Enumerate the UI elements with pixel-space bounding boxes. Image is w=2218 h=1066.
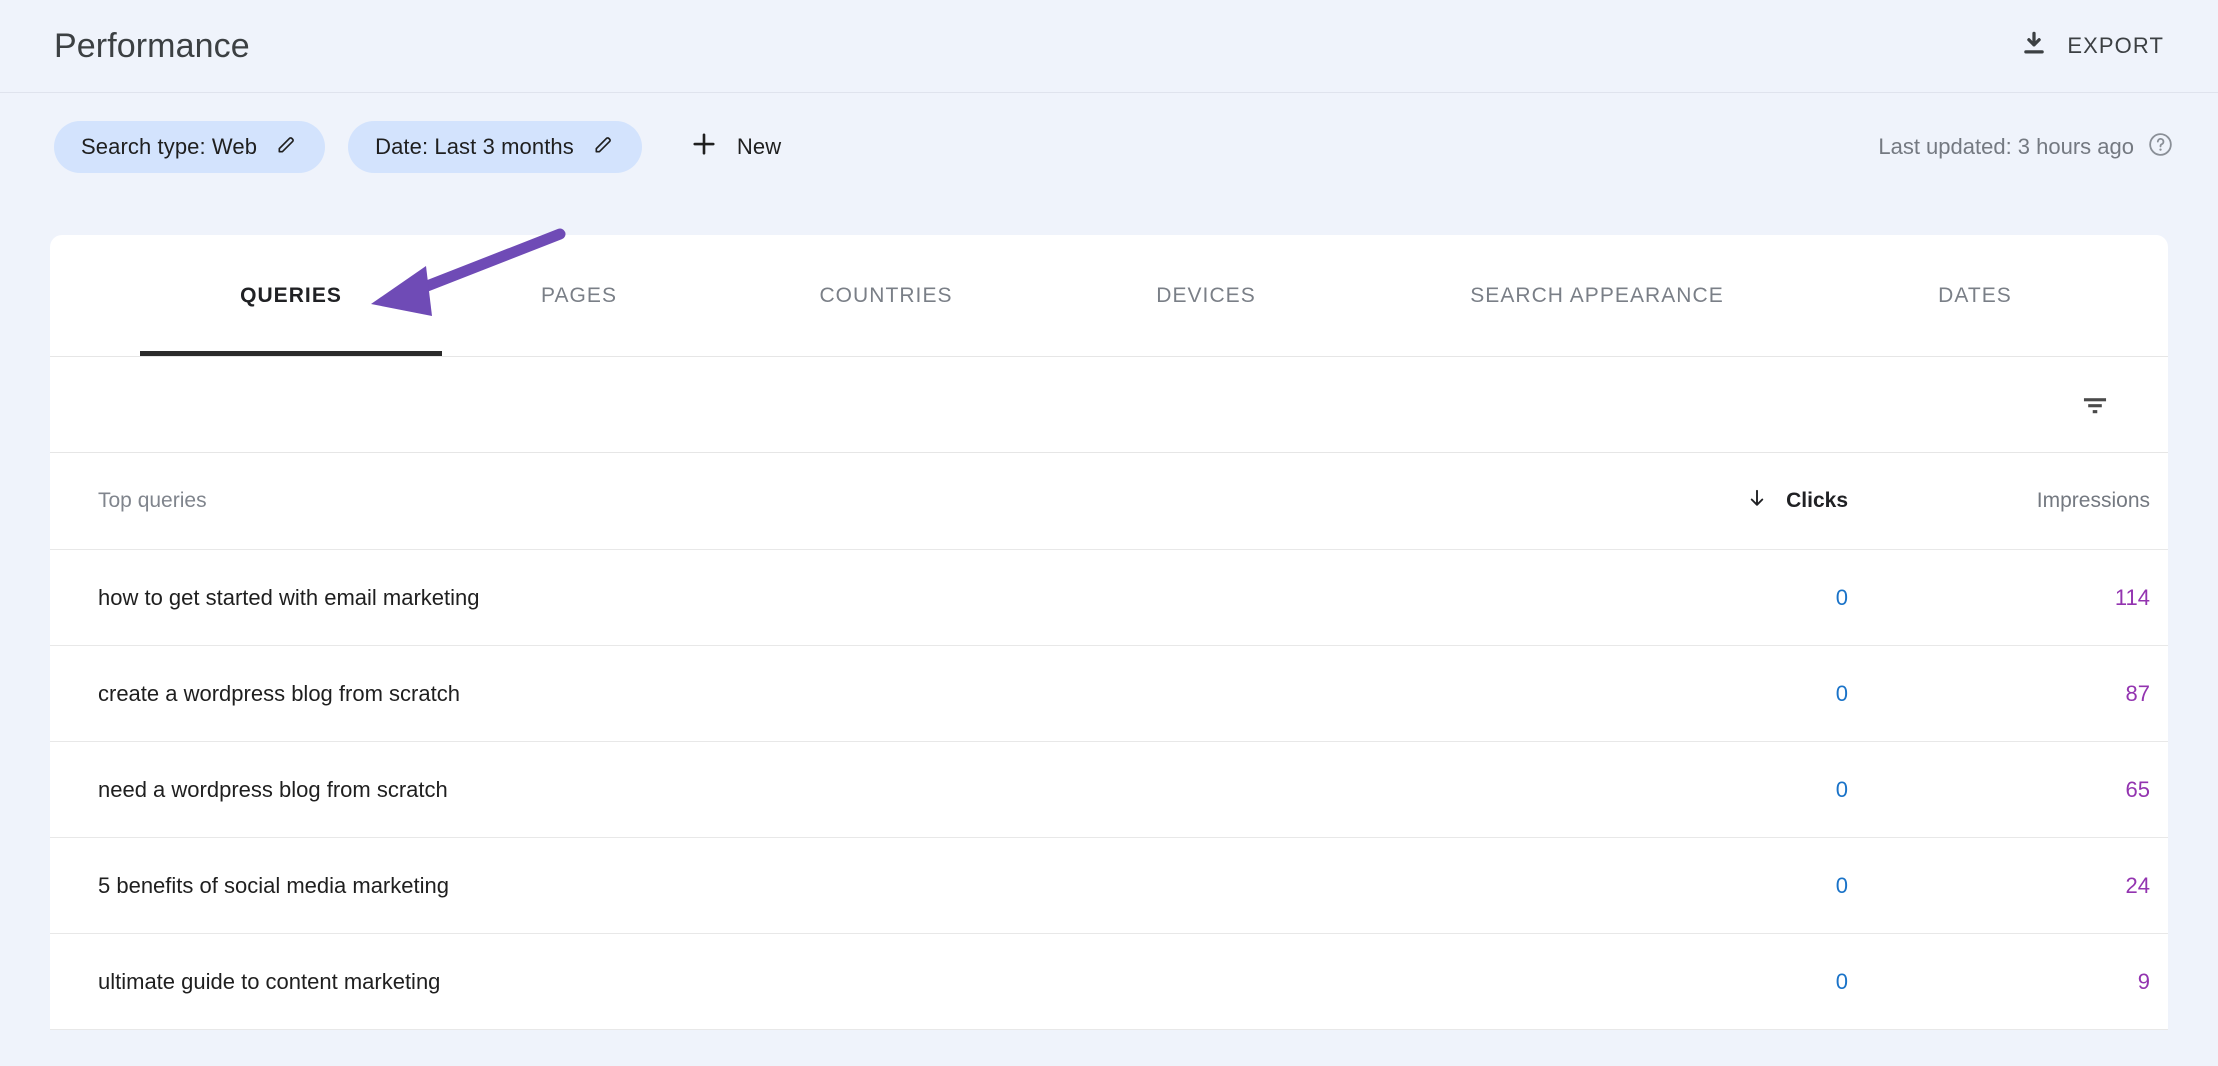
filter-chip-search-type[interactable]: Search type: Web xyxy=(54,120,326,173)
new-filter-button[interactable]: New xyxy=(681,123,789,170)
cell-clicks: 0 xyxy=(1835,968,1848,994)
table-row[interactable]: create a wordpress blog from scratch 0 8… xyxy=(50,646,2168,742)
filter-button[interactable] xyxy=(2068,378,2122,432)
column-header-clicks[interactable]: Clicks xyxy=(1538,486,1868,516)
arrow-down-icon xyxy=(1745,486,1769,516)
table-row[interactable]: how to get started with email marketing … xyxy=(50,550,2168,646)
tab-devices[interactable]: DEVICES xyxy=(1156,284,1256,308)
download-icon xyxy=(2019,29,2049,64)
column-header-impressions[interactable]: Impressions xyxy=(1868,489,2168,513)
filter-chip-group: Search type: Web Date: Last 3 months xyxy=(54,120,642,173)
tab-bar: QUERIES PAGES COUNTRIES DEVICES SEARCH A… xyxy=(50,235,2168,357)
cell-query: need a wordpress blog from scratch xyxy=(98,776,448,802)
tab-dates[interactable]: DATES xyxy=(1938,284,2012,308)
column-header-clicks-label: Clicks xyxy=(1786,489,1848,512)
last-updated: Last updated: 3 hours ago xyxy=(1878,131,2174,163)
cell-impressions: 114 xyxy=(2114,584,2150,610)
tab-countries[interactable]: COUNTRIES xyxy=(819,284,952,308)
pencil-icon xyxy=(275,133,298,161)
filter-chip-date-label: Date: Last 3 months xyxy=(375,133,574,159)
new-filter-button-label: New xyxy=(736,133,782,159)
active-tab-indicator xyxy=(140,351,442,356)
tab-pages[interactable]: PAGES xyxy=(541,284,617,308)
filter-bar: Search type: Web Date: Last 3 months New xyxy=(0,93,2218,200)
help-circle-icon[interactable] xyxy=(2147,131,2174,163)
cell-clicks: 0 xyxy=(1835,680,1848,706)
cell-impressions: 65 xyxy=(2125,776,2150,802)
plus-icon xyxy=(689,129,719,164)
cell-query: 5 benefits of social media marketing xyxy=(98,872,449,898)
table-row[interactable]: 5 benefits of social media marketing 0 2… xyxy=(50,838,2168,934)
cell-query: ultimate guide to content marketing xyxy=(98,968,441,994)
tab-search-appearance[interactable]: SEARCH APPEARANCE xyxy=(1470,284,1724,308)
cell-impressions: 9 xyxy=(2137,968,2150,994)
table-row[interactable]: ultimate guide to content marketing 0 9 xyxy=(50,934,2168,1030)
last-updated-text: Last updated: 3 hours ago xyxy=(1878,133,2134,159)
table-row[interactable]: need a wordpress blog from scratch 0 65 xyxy=(50,742,2168,838)
cell-clicks: 0 xyxy=(1835,776,1848,802)
table-toolbar xyxy=(50,357,2168,453)
queries-table: Top queries Clicks Impressions how to ge… xyxy=(50,453,2168,1030)
filter-chip-search-type-label: Search type: Web xyxy=(81,133,258,159)
page-header: Performance EXPORT xyxy=(0,0,2218,93)
pencil-icon xyxy=(592,133,615,161)
tab-queries[interactable]: QUERIES xyxy=(240,284,342,308)
cell-impressions: 87 xyxy=(2125,680,2150,706)
cell-impressions: 24 xyxy=(2125,872,2150,898)
column-header-top-queries[interactable]: Top queries xyxy=(50,489,1538,513)
export-button[interactable]: EXPORT xyxy=(2009,23,2174,70)
cell-clicks: 0 xyxy=(1835,584,1848,610)
cell-clicks: 0 xyxy=(1835,872,1848,898)
filter-icon xyxy=(2083,397,2107,413)
cell-query: create a wordpress blog from scratch xyxy=(98,680,460,706)
filter-chip-date[interactable]: Date: Last 3 months xyxy=(348,120,642,173)
performance-card: QUERIES PAGES COUNTRIES DEVICES SEARCH A… xyxy=(50,235,2168,1030)
cell-query: how to get started with email marketing xyxy=(98,584,480,610)
table-header-row: Top queries Clicks Impressions xyxy=(50,453,2168,550)
page-title: Performance xyxy=(54,26,250,65)
export-button-label: EXPORT xyxy=(2067,33,2164,58)
